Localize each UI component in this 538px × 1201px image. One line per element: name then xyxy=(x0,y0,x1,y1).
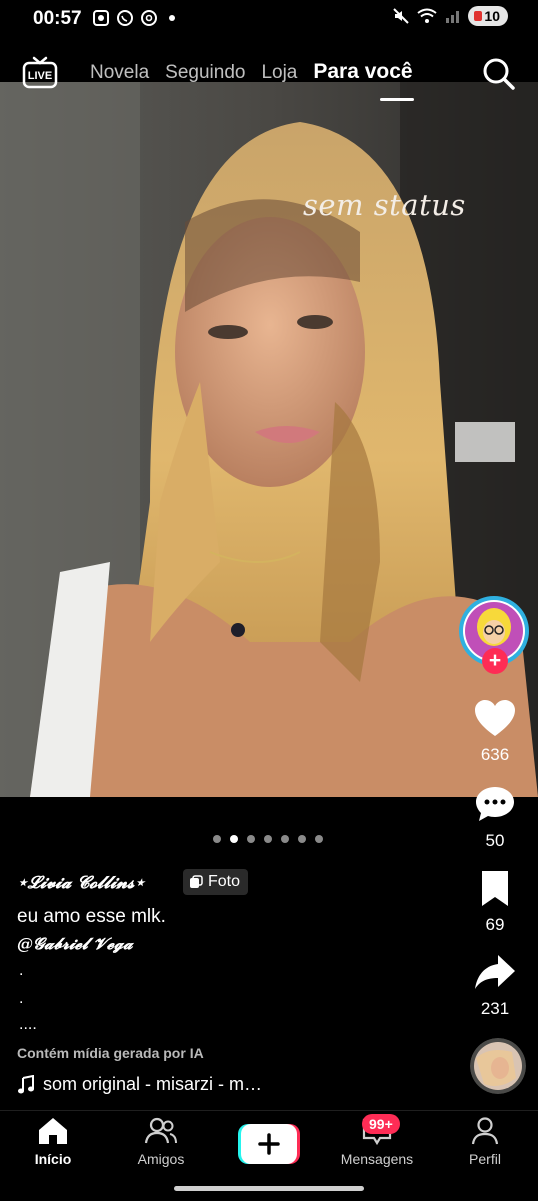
share-button[interactable]: 231 xyxy=(462,952,528,1019)
active-tab-indicator xyxy=(380,98,414,101)
like-count: 636 xyxy=(480,745,510,764)
live-label: LIVE xyxy=(27,70,53,82)
ai-generated-note: Contém mídia gerada por IA xyxy=(17,1045,204,1061)
battery-low-icon xyxy=(474,11,483,21)
photo-overlay-text: sem status xyxy=(303,188,466,222)
nav-home[interactable]: Início xyxy=(8,1116,98,1167)
battery-level: 10 xyxy=(484,8,500,24)
comment-button[interactable]: 50 xyxy=(462,784,528,851)
profile-icon xyxy=(471,1117,499,1145)
pagination-dot xyxy=(213,835,221,843)
search-icon[interactable] xyxy=(482,57,516,91)
music-info[interactable]: som original - misarzi - m… xyxy=(17,1074,262,1095)
nav-home-label: Início xyxy=(34,1151,72,1167)
messages-badge: 99+ xyxy=(362,1114,400,1134)
mute-icon xyxy=(393,8,410,24)
music-title: som original - misarzi - m… xyxy=(43,1074,263,1094)
home-icon xyxy=(39,1118,67,1144)
battery-indicator: 10 xyxy=(468,6,508,26)
music-note-icon xyxy=(18,1074,34,1093)
description-line: . xyxy=(19,990,24,1007)
nav-friends-label: Amigos xyxy=(137,1151,185,1167)
threads-icon xyxy=(141,10,157,26)
wifi-icon xyxy=(417,8,438,23)
tab-seguindo[interactable]: Seguindo xyxy=(165,62,245,84)
friends-icon xyxy=(144,1117,177,1144)
photo-badge: Foto xyxy=(183,869,249,895)
author-name[interactable]: ⋆𝓛𝓲𝓿𝓲𝓪 𝓒𝓸𝓵𝓵𝓲𝓷𝓼⋆ xyxy=(17,873,145,893)
pagination-dot xyxy=(264,835,272,843)
save-button[interactable]: 69 xyxy=(462,868,528,935)
like-button[interactable]: 636 xyxy=(462,698,528,765)
top-tabs: Novela Seguindo Loja Para você xyxy=(90,60,413,84)
nav-profile[interactable]: Perfil xyxy=(440,1116,530,1167)
pagination-dot xyxy=(230,835,238,843)
pagination-dot xyxy=(247,835,255,843)
nav-messages-label: Mensagens xyxy=(340,1151,414,1167)
status-right: 10 xyxy=(392,6,508,26)
whatsapp-icon xyxy=(117,10,133,26)
save-count: 69 xyxy=(485,915,505,934)
description-line: .... xyxy=(19,1016,37,1033)
notification-dot-icon xyxy=(169,15,175,21)
pagination-dot xyxy=(281,835,289,843)
music-disc[interactable] xyxy=(470,1038,526,1094)
comment-icon xyxy=(476,787,514,821)
post-description: eu amo esse mlk. xyxy=(17,906,166,927)
mention-link[interactable]: @𝓖𝓪𝓫𝓻𝓲𝓮𝓵 𝓥𝓮𝓰𝓪 xyxy=(17,934,133,954)
share-icon xyxy=(475,955,515,989)
carousel-pagination xyxy=(213,835,323,843)
heart-icon xyxy=(475,700,515,736)
tab-para-voce[interactable]: Para você xyxy=(313,60,412,84)
screen-record-icon xyxy=(93,10,109,26)
signal-icon xyxy=(446,11,460,23)
pagination-dot xyxy=(315,835,323,843)
bookmark-icon xyxy=(482,871,508,906)
photo-badge-label: Foto xyxy=(208,873,241,890)
status-time: 00:57 xyxy=(33,8,82,29)
pagination-dot xyxy=(298,835,306,843)
nav-profile-label: Perfil xyxy=(469,1151,501,1167)
share-count: 231 xyxy=(480,999,510,1018)
nav-friends[interactable]: Amigos xyxy=(116,1116,206,1167)
follow-button[interactable]: + xyxy=(482,648,508,674)
tab-novela[interactable]: Novela xyxy=(90,62,149,84)
create-button[interactable] xyxy=(238,1124,300,1164)
home-indicator xyxy=(174,1186,364,1191)
description-line: . xyxy=(19,962,24,979)
comment-count: 50 xyxy=(485,831,505,850)
tab-loja[interactable]: Loja xyxy=(261,62,297,84)
photo-stack-icon xyxy=(190,875,203,888)
